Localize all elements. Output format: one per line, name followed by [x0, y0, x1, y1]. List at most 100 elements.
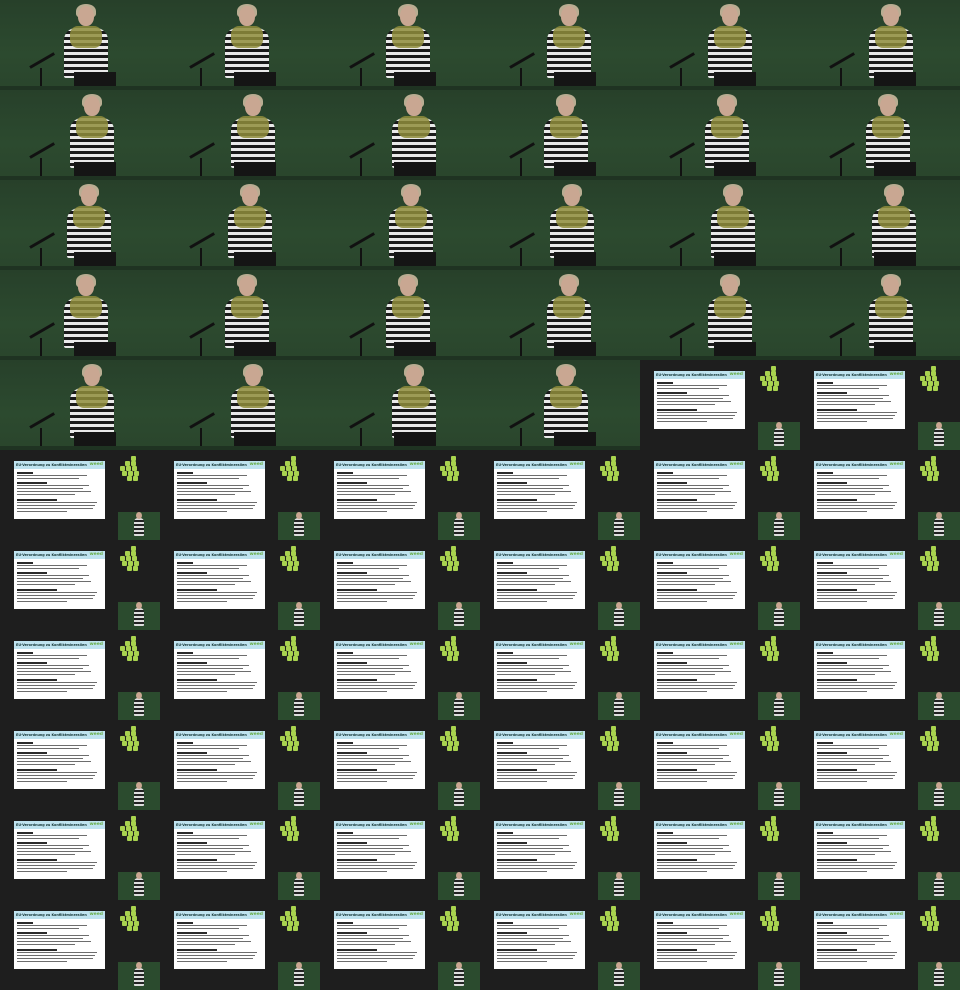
lectern: [554, 252, 596, 266]
microphone-stand-pole: [680, 158, 682, 178]
presentation-slide: EU-Verordnung zu Konfliktmineralien weed: [814, 371, 905, 429]
mini-speaker: [614, 698, 624, 716]
microphone-stand: [29, 52, 55, 69]
microphone-stand: [349, 52, 375, 69]
mini-speaker: [134, 878, 144, 896]
lectern: [74, 162, 116, 176]
mini-speaker: [774, 968, 784, 986]
speaker-frame: [480, 180, 640, 270]
slide-frame: EU-Verordnung zu Konfliktmineralien weed: [0, 630, 160, 720]
leaf-logo-icon: [758, 906, 780, 932]
leaf-logo-icon: [598, 726, 620, 752]
slide-frame: EU-Verordnung zu Konfliktmineralien weed: [800, 360, 960, 450]
slide-brand: weed: [409, 552, 423, 557]
scarf: [878, 206, 910, 228]
presentation-slide: EU-Verordnung zu Konfliktmineralien weed: [334, 821, 425, 879]
speaker-inset: [758, 962, 800, 990]
slide-title: EU-Verordnung zu Konfliktmineralien: [336, 733, 407, 737]
speaker-inset: [598, 602, 640, 630]
microphone-stand: [509, 322, 535, 339]
slide-title: EU-Verordnung zu Konfliktmineralien: [16, 463, 87, 467]
mini-speaker: [614, 518, 624, 536]
microphone-stand-pole: [840, 158, 842, 178]
slide-brand: weed: [89, 642, 103, 647]
leaf-logo-icon: [438, 816, 460, 842]
speaker-frame: [480, 90, 640, 180]
presentation-slide: EU-Verordnung zu Konfliktmineralien weed: [494, 731, 585, 789]
slide-frame: EU-Verordnung zu Konfliktmineralien weed: [480, 810, 640, 900]
scarf: [550, 116, 582, 138]
lectern: [554, 72, 596, 86]
presentation-slide: EU-Verordnung zu Konfliktmineralien weed: [814, 821, 905, 879]
speaker-inset: [598, 512, 640, 540]
microphone-stand: [349, 322, 375, 339]
slide-title: EU-Verordnung zu Konfliktmineralien: [816, 643, 887, 647]
slide-title: EU-Verordnung zu Konfliktmineralien: [816, 913, 887, 917]
head: [719, 96, 735, 116]
leaf-logo-icon: [438, 906, 460, 932]
microphone-stand: [349, 412, 375, 429]
slide-frame: EU-Verordnung zu Konfliktmineralien weed: [320, 630, 480, 720]
mini-speaker-head: [296, 962, 302, 969]
scarf: [714, 296, 746, 318]
lectern: [874, 252, 916, 266]
slide-frame: EU-Verordnung zu Konfliktmineralien weed: [640, 810, 800, 900]
mini-speaker-head: [296, 782, 302, 789]
slide-frame: EU-Verordnung zu Konfliktmineralien weed: [480, 450, 640, 540]
slide-brand: weed: [889, 642, 903, 647]
microphone-stand-pole: [200, 338, 202, 358]
slide-frame: EU-Verordnung zu Konfliktmineralien weed: [480, 540, 640, 630]
mini-speaker: [294, 878, 304, 896]
lectern: [394, 432, 436, 446]
mini-speaker: [774, 518, 784, 536]
speaker-frame: [640, 0, 800, 90]
leaf-logo-icon: [438, 726, 460, 752]
scarf: [556, 206, 588, 228]
slide-title: EU-Verordnung zu Konfliktmineralien: [16, 643, 87, 647]
speaker-inset: [278, 962, 320, 990]
head: [81, 186, 97, 206]
slide-title: EU-Verordnung zu Konfliktmineralien: [176, 733, 247, 737]
leaf-logo-icon: [278, 816, 300, 842]
speaker-frame: [320, 180, 480, 270]
speaker-inset: [918, 782, 960, 810]
slide-brand: weed: [889, 372, 903, 377]
slide-title: EU-Verordnung zu Konfliktmineralien: [336, 463, 407, 467]
mini-speaker: [934, 608, 944, 626]
head: [725, 186, 741, 206]
presentation-slide: EU-Verordnung zu Konfliktmineralien weed: [174, 731, 265, 789]
slide-title: EU-Verordnung zu Konfliktmineralien: [496, 553, 567, 557]
speaker-inset: [438, 512, 480, 540]
speaker-frame: [480, 0, 640, 90]
speaker-inset: [918, 422, 960, 450]
speaker-inset: [918, 512, 960, 540]
mini-speaker-head: [136, 602, 142, 609]
slide-brand: weed: [729, 462, 743, 467]
presentation-slide: EU-Verordnung zu Konfliktmineralien weed: [14, 461, 105, 519]
microphone-stand: [509, 142, 535, 159]
presentation-slide: EU-Verordnung zu Konfliktmineralien weed: [174, 911, 265, 969]
slide-frame: EU-Verordnung zu Konfliktmineralien weed: [320, 810, 480, 900]
presentation-slide: EU-Verordnung zu Konfliktmineralien weed: [814, 551, 905, 609]
mini-speaker-head: [456, 872, 462, 879]
slide-brand: weed: [89, 462, 103, 467]
slide-title: EU-Verordnung zu Konfliktmineralien: [816, 823, 887, 827]
slide-brand: weed: [409, 462, 423, 467]
slide-frame: EU-Verordnung zu Konfliktmineralien weed: [160, 900, 320, 990]
head: [245, 366, 261, 386]
slide-frame: EU-Verordnung zu Konfliktmineralien weed: [640, 450, 800, 540]
mini-speaker: [454, 878, 464, 896]
head: [406, 96, 422, 116]
slide-title: EU-Verordnung zu Konfliktmineralien: [336, 553, 407, 557]
microphone-stand-pole: [520, 158, 522, 178]
head: [880, 96, 896, 116]
slide-title: EU-Verordnung zu Konfliktmineralien: [656, 913, 727, 917]
slide-frame: EU-Verordnung zu Konfliktmineralien weed: [640, 720, 800, 810]
scarf: [550, 386, 582, 408]
microphone-stand: [829, 52, 855, 69]
slide-title: EU-Verordnung zu Konfliktmineralien: [176, 823, 247, 827]
slide-title: EU-Verordnung zu Konfliktmineralien: [16, 913, 87, 917]
slide-brand: weed: [569, 912, 583, 917]
slide-frame: EU-Verordnung zu Konfliktmineralien weed: [160, 540, 320, 630]
head: [84, 96, 100, 116]
